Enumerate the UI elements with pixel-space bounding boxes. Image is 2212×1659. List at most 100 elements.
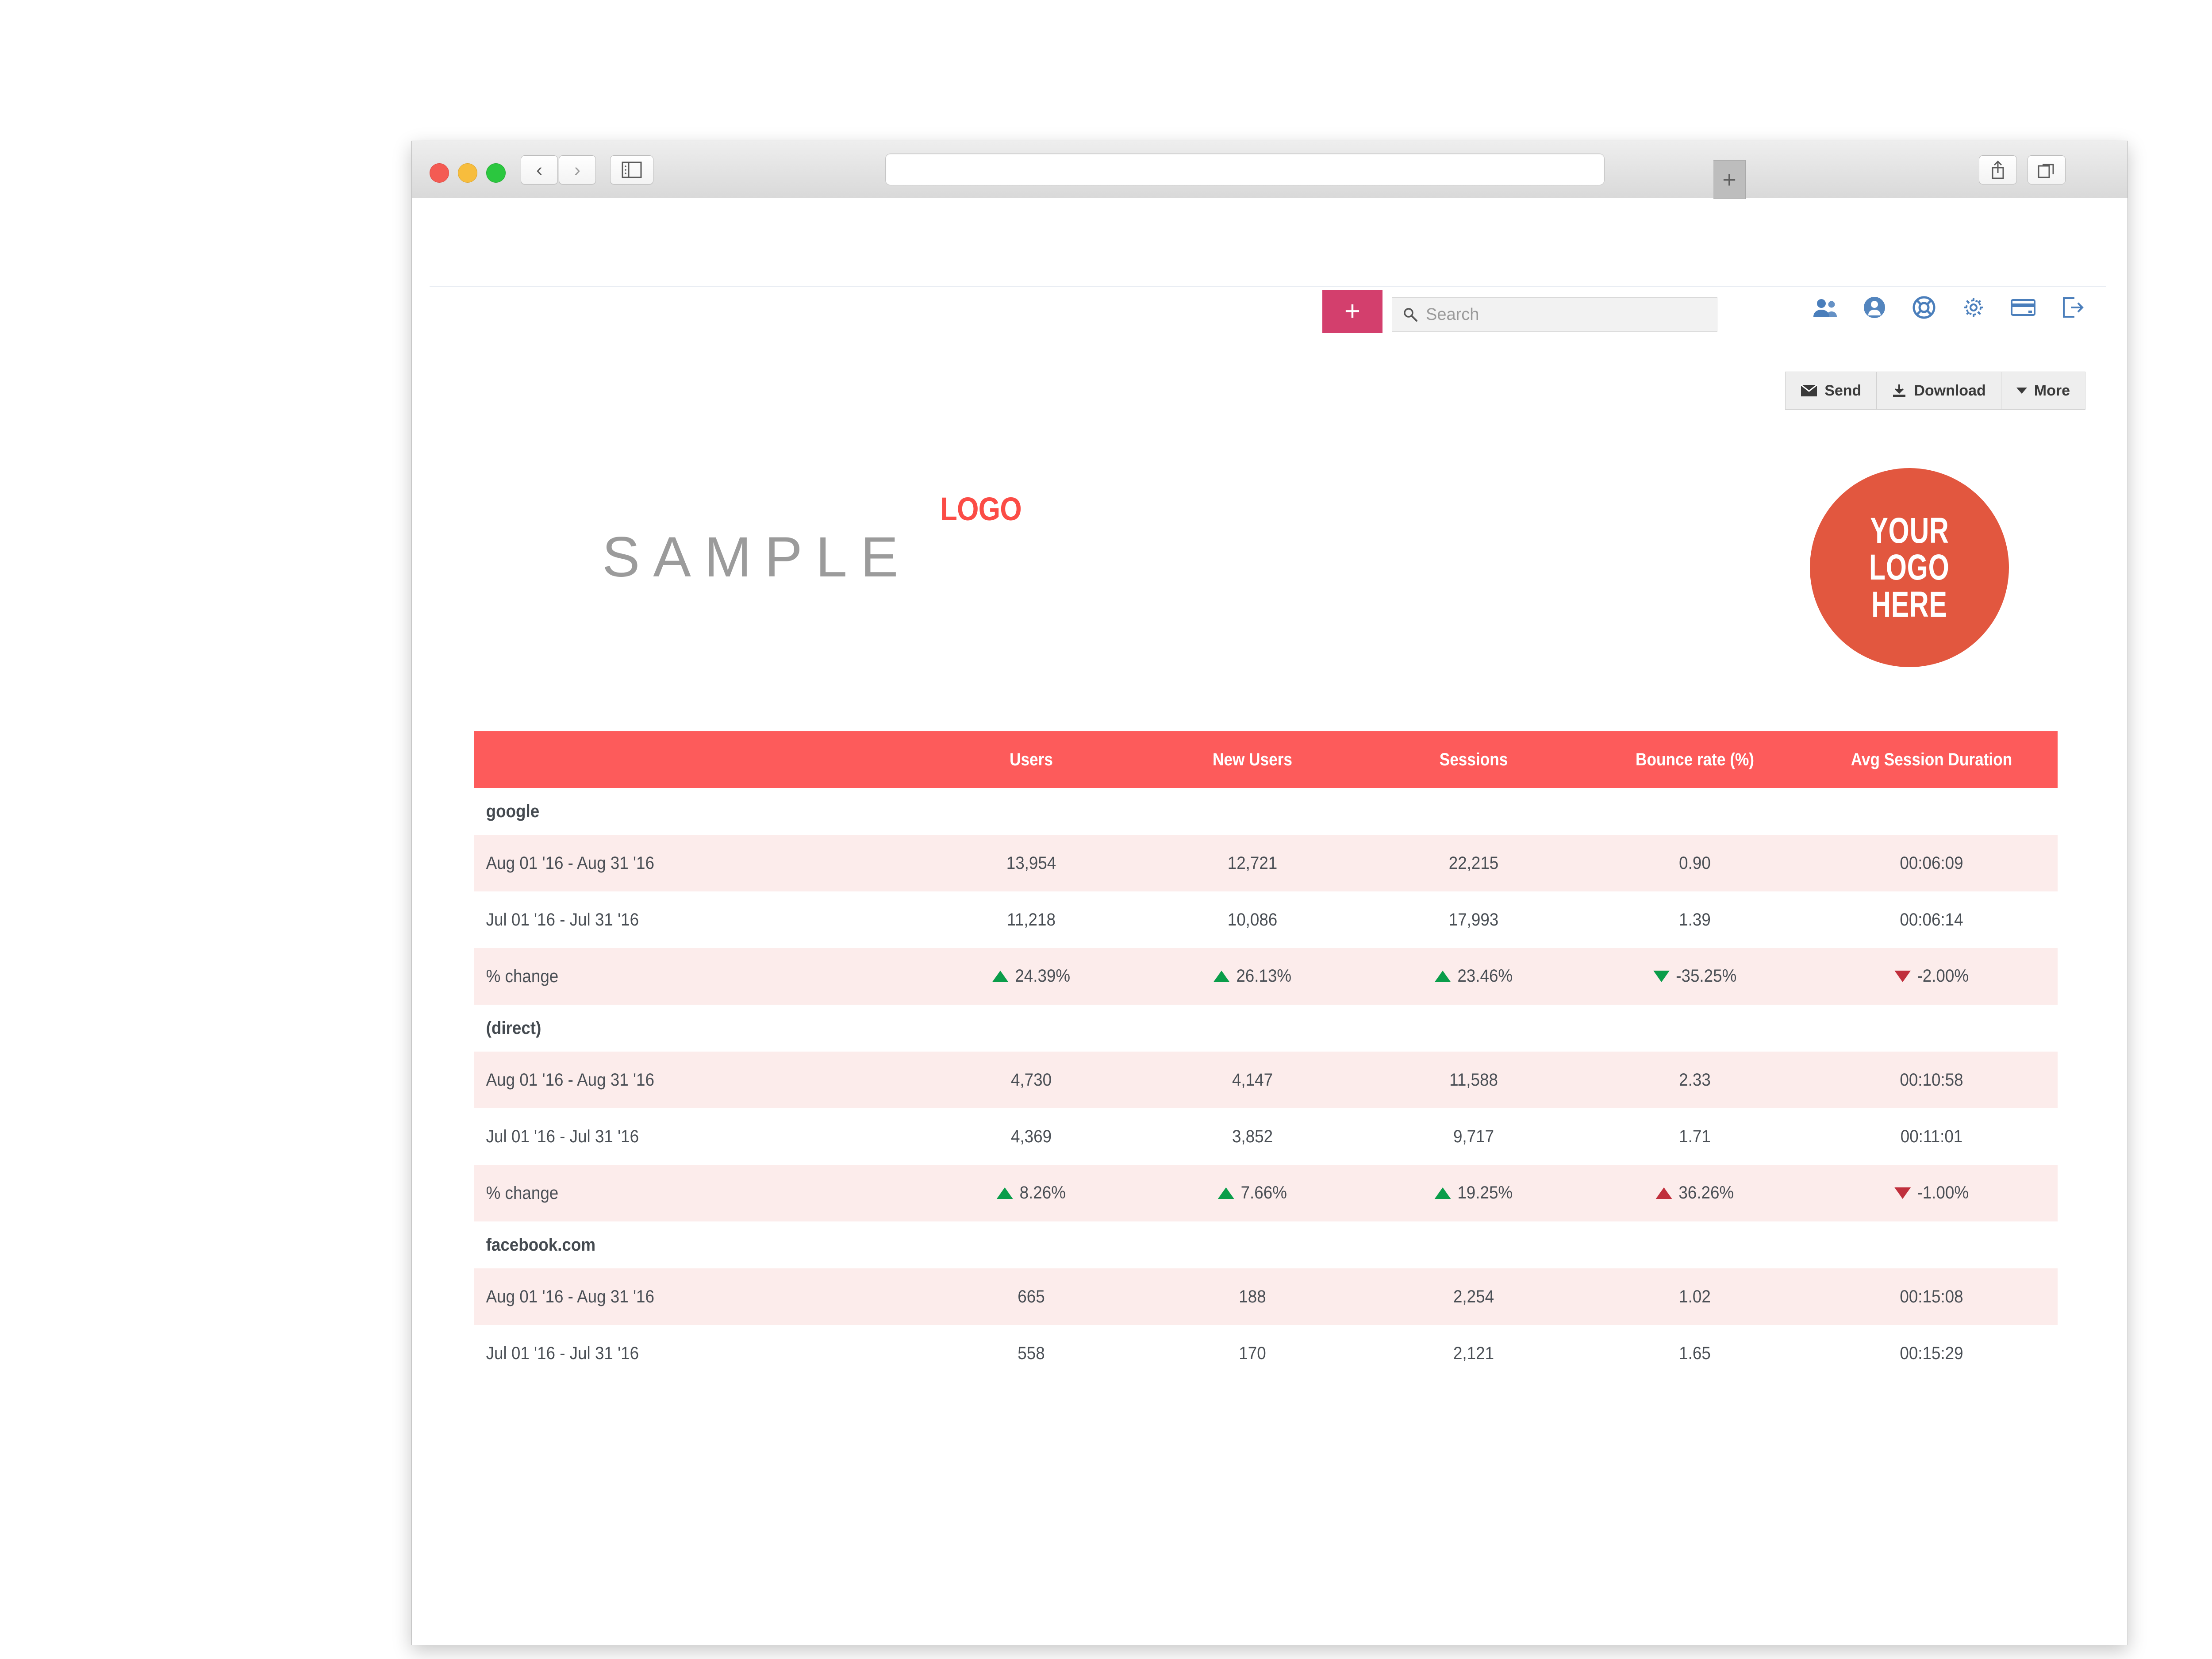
- arrow-up-icon: [1434, 1187, 1451, 1199]
- send-label: Send: [1824, 382, 1862, 399]
- close-window-button[interactable]: [430, 163, 449, 183]
- metric-cell: 12,721: [1227, 853, 1278, 873]
- header-icon-group: [1812, 295, 2085, 320]
- brand-block: LOGO SAMPLE: [602, 490, 1089, 614]
- arrow-up-icon: [1434, 970, 1451, 982]
- change-cell: 8.26%: [929, 1183, 1133, 1203]
- table-row: Aug 01 '16 - Aug 31 '16 665 188 2,254 1.02 00…: [474, 1268, 2058, 1325]
- app-header: + Search Send Download More: [412, 198, 2128, 410]
- metric-cell: 11,218: [1007, 910, 1056, 929]
- column-header-users: Users: [1010, 749, 1053, 769]
- download-label: Download: [1914, 382, 1986, 399]
- metric-cell: 00:15:29: [1900, 1343, 1963, 1363]
- help-lifebuoy-icon[interactable]: [1911, 295, 1937, 320]
- metric-cell: 11,588: [1449, 1070, 1498, 1090]
- change-cell: 23.46%: [1372, 966, 1575, 987]
- account-icon[interactable]: [1862, 295, 1887, 320]
- page-content: + Search Send Download More LOGO SAMPLE …: [412, 198, 2128, 1645]
- report-actions-toolbar: Send Download More: [1785, 372, 2085, 410]
- show-tabs-icon: [2038, 164, 2054, 178]
- new-tab-button[interactable]: +: [1713, 160, 1746, 199]
- more-button[interactable]: More: [2001, 372, 2085, 409]
- row-label: % change: [486, 1183, 559, 1203]
- group-name: facebook.com: [486, 1235, 596, 1255]
- metric-cell: 4,369: [1010, 1126, 1052, 1146]
- browser-window: ‹ › + Search Send Download More LOGO SAM…: [411, 141, 2128, 1645]
- group-row: facebook.com: [474, 1221, 2058, 1268]
- arrow-up-icon: [1213, 970, 1230, 982]
- download-icon: [1893, 384, 1906, 397]
- table-row: Jul 01 '16 - Jul 31 '16 558 170 2,121 1.65 00…: [474, 1325, 2058, 1382]
- change-value: 26.13%: [1236, 966, 1292, 986]
- browser-titlebar: ‹ ›: [412, 141, 2128, 198]
- users-icon[interactable]: [1812, 295, 1838, 320]
- change-value: 19.25%: [1457, 1183, 1513, 1203]
- metric-cell: 1.65: [1679, 1343, 1711, 1363]
- arrow-up-icon: [1218, 1187, 1234, 1199]
- show-tabs-button[interactable]: [2028, 155, 2066, 184]
- metric-cell: 4,147: [1232, 1070, 1273, 1090]
- forward-button[interactable]: ›: [559, 155, 596, 184]
- change-value: 24.39%: [1015, 966, 1071, 986]
- table-header-row: Users New Users Sessions Bounce rate (%) Avg…: [474, 731, 2058, 788]
- group-row: google: [474, 788, 2058, 835]
- chevron-left-icon: ‹: [536, 159, 542, 180]
- brand-logo-word: LOGO: [940, 491, 1022, 527]
- row-label: % change: [486, 966, 559, 986]
- table-row: Jul 01 '16 - Jul 31 '16 4,369 3,852 9,717 1.…: [474, 1108, 2058, 1165]
- metric-cell: 4,730: [1010, 1070, 1052, 1090]
- metric-cell: 00:11:01: [1900, 1126, 1963, 1146]
- sidebar-toggle-button[interactable]: [610, 155, 653, 184]
- metric-cell: 170: [1239, 1343, 1266, 1363]
- billing-card-icon[interactable]: [2010, 295, 2036, 320]
- metric-cell: 665: [1018, 1286, 1045, 1306]
- address-bar[interactable]: [885, 154, 1605, 185]
- share-button[interactable]: [1979, 155, 2017, 184]
- arrow-up-icon: [997, 1187, 1013, 1199]
- metric-cell: 13,954: [1006, 853, 1056, 873]
- metric-cell: 0.90: [1679, 853, 1711, 873]
- metric-cell: 17,993: [1448, 910, 1499, 929]
- metric-cell: 9,717: [1453, 1126, 1494, 1146]
- change-value: 7.66%: [1240, 1183, 1287, 1203]
- search-input[interactable]: [1426, 305, 1674, 324]
- download-button[interactable]: Download: [1877, 372, 2001, 409]
- metric-cell: 1.02: [1679, 1286, 1711, 1306]
- change-cell: 26.13%: [1151, 966, 1354, 987]
- change-cell: 19.25%: [1372, 1183, 1575, 1203]
- row-label: Jul 01 '16 - Jul 31 '16: [486, 910, 639, 929]
- change-value: -1.00%: [1917, 1183, 1969, 1203]
- header-divider: [430, 286, 2106, 287]
- change-cell: -1.00%: [1816, 1183, 2047, 1203]
- metric-cell: 3,852: [1232, 1126, 1273, 1146]
- logout-icon[interactable]: [2060, 295, 2085, 320]
- sidebar-toggle-icon: [622, 161, 642, 178]
- arrow-down-icon: [1894, 970, 1911, 982]
- report-table: Users New Users Sessions Bounce rate (%) Avg…: [474, 731, 2058, 1382]
- row-label: Aug 01 '16 - Aug 31 '16: [486, 1286, 654, 1306]
- back-button[interactable]: ‹: [521, 155, 558, 184]
- metric-cell: 1.39: [1679, 910, 1711, 929]
- send-button[interactable]: Send: [1786, 372, 1877, 409]
- metric-cell: 2,121: [1453, 1343, 1494, 1363]
- maximize-window-button[interactable]: [486, 163, 506, 183]
- row-label: Jul 01 '16 - Jul 31 '16: [486, 1343, 639, 1363]
- column-header-sessions: Sessions: [1439, 749, 1508, 769]
- metric-cell: 1.71: [1679, 1126, 1711, 1146]
- table-body: google Aug 01 '16 - Aug 31 '16 13,954 12,72…: [474, 788, 2058, 1382]
- group-row: (direct): [474, 1005, 2058, 1052]
- badge-line-1: YOUR: [1870, 510, 1949, 551]
- add-button[interactable]: +: [1322, 290, 1382, 333]
- change-value: 36.26%: [1678, 1183, 1734, 1203]
- change-value: -2.00%: [1917, 966, 1969, 986]
- minimize-window-button[interactable]: [458, 163, 477, 183]
- settings-gear-icon[interactable]: [1961, 295, 1986, 320]
- metric-cell: 558: [1018, 1343, 1045, 1363]
- chevron-right-icon: ›: [574, 159, 580, 180]
- change-cell: -2.00%: [1816, 966, 2047, 987]
- search-box[interactable]: [1392, 297, 1717, 332]
- metric-cell: 22,215: [1448, 853, 1499, 873]
- change-cell: 36.26%: [1593, 1183, 1797, 1203]
- change-cell: -35.25%: [1593, 966, 1797, 987]
- metric-cell: 2.33: [1679, 1070, 1711, 1090]
